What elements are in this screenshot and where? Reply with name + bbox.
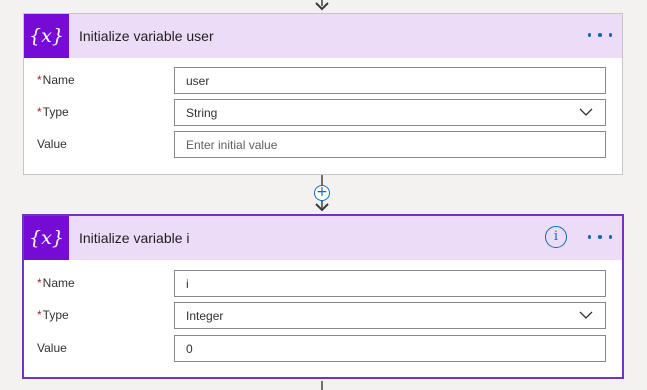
value-label: Value (37, 137, 67, 151)
name-label: *Name (37, 73, 75, 87)
name-field-row: *Name i (24, 270, 622, 298)
action-card-initialize-variable-user[interactable]: {x} Initialize variable user *Name user … (23, 13, 623, 175)
action-card-initialize-variable-i[interactable]: {x} Initialize variable i i *Name i *Typ… (22, 214, 624, 379)
type-label: *Type (37, 308, 69, 322)
card-title: Initialize variable user (79, 28, 214, 44)
arrow-down-icon (315, 203, 329, 212)
name-input[interactable]: user (174, 67, 606, 94)
more-options-icon[interactable] (588, 230, 612, 244)
info-icon[interactable]: i (545, 226, 567, 248)
name-input[interactable]: i (174, 270, 606, 297)
name-label: *Name (37, 276, 75, 290)
value-field-row: Value 0 (24, 335, 622, 363)
add-step-icon[interactable]: + (314, 185, 330, 201)
type-select[interactable]: String (174, 99, 606, 126)
variable-icon: {x} (24, 216, 69, 260)
card-title: Initialize variable i (79, 230, 190, 246)
arrow-down-icon (315, 2, 329, 11)
value-field-row: Value Enter initial value (24, 131, 622, 159)
connector-line-bottom (321, 381, 323, 390)
chevron-down-icon[interactable] (579, 107, 593, 117)
value-input[interactable]: 0 (174, 335, 606, 362)
value-input[interactable]: Enter initial value (174, 131, 606, 158)
type-select[interactable]: Integer (174, 302, 606, 329)
card-header[interactable]: {x} Initialize variable i i (24, 216, 622, 260)
type-label: *Type (37, 105, 69, 119)
variable-icon: {x} (24, 14, 69, 58)
more-options-icon[interactable] (588, 28, 612, 42)
value-label: Value (37, 341, 67, 355)
type-field-row: *Type String (24, 99, 622, 127)
name-field-row: *Name user (24, 67, 622, 95)
card-header[interactable]: {x} Initialize variable user (24, 14, 622, 58)
type-select-value: Integer (186, 309, 224, 323)
type-field-row: *Type Integer (24, 302, 622, 330)
type-select-value: String (186, 106, 218, 120)
chevron-down-icon[interactable] (579, 310, 593, 320)
